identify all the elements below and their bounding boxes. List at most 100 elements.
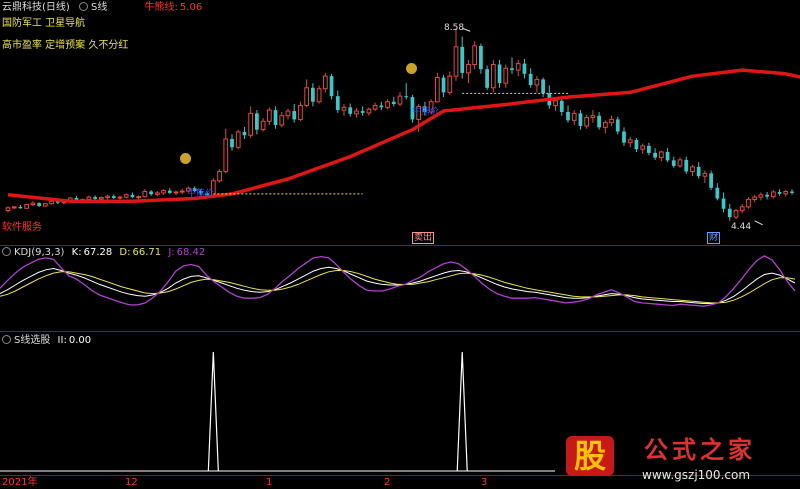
- candle-body: [354, 110, 359, 115]
- candle-body: [49, 200, 54, 205]
- candle-body: [298, 104, 303, 120]
- candle-body: [559, 100, 564, 112]
- candle-body: [11, 206, 17, 209]
- candle-body: [497, 64, 502, 84]
- kdj-title: KDJ(9,3,3): [14, 247, 65, 258]
- candle-body: [466, 64, 471, 74]
- candle-body: [255, 113, 259, 130]
- candle-body: [379, 105, 384, 108]
- candle-body: [460, 46, 465, 73]
- candle-body: [590, 115, 596, 119]
- candle-body: [597, 115, 601, 128]
- candle-body: [242, 131, 247, 136]
- candle-body: [752, 196, 758, 200]
- candle-body: [260, 120, 266, 131]
- watermark-text: 公式之家: [644, 436, 756, 464]
- candle-body: [602, 122, 608, 128]
- candle-body: [584, 117, 590, 127]
- candle-body: [758, 194, 764, 198]
- candle-body: [765, 194, 769, 197]
- watermark-logo-char: 股: [573, 437, 606, 475]
- bull-bear-price-tag-1: 牛熊价: [187, 189, 215, 199]
- candle-body: [609, 118, 614, 124]
- candle-body: [653, 152, 657, 158]
- candle-body: [316, 88, 322, 103]
- candle-body: [721, 198, 726, 209]
- gear-icon[interactable]: [2, 335, 11, 344]
- low-price-label: 4.44: [731, 222, 752, 232]
- candle-body: [503, 67, 509, 84]
- signal-header: S线选股 II: 0.00: [2, 335, 91, 347]
- candle-body: [142, 191, 148, 198]
- candle-body: [167, 190, 172, 193]
- signal-spike: [456, 351, 468, 472]
- candle-body: [37, 203, 41, 206]
- candle-body: [86, 196, 92, 200]
- candlestick-chart[interactable]: [0, 0, 800, 245]
- candle-body: [5, 207, 11, 212]
- candle-body: [42, 203, 48, 207]
- candle-body: [235, 131, 241, 148]
- candle-body: [111, 196, 116, 199]
- candle-body: [273, 110, 278, 125]
- industry-tag: 软件服务: [2, 222, 42, 233]
- candle-body: [746, 198, 751, 208]
- candle-body: [149, 191, 153, 195]
- gear-icon[interactable]: [79, 2, 88, 11]
- candle-body: [123, 194, 129, 198]
- candle-body: [161, 190, 166, 194]
- candle-body: [571, 112, 577, 121]
- candle-body: [136, 196, 142, 199]
- candle-body: [647, 145, 651, 153]
- candle-body: [727, 208, 732, 218]
- candle-body: [335, 96, 340, 111]
- candle-body: [304, 87, 310, 106]
- candle-body: [397, 95, 403, 105]
- candle-body: [154, 192, 160, 195]
- gear-icon[interactable]: [2, 247, 11, 256]
- candle-body: [515, 63, 521, 71]
- candle-body: [640, 145, 646, 150]
- candle-body: [285, 110, 291, 117]
- bull-bear-value: 5.06: [179, 2, 203, 13]
- candle-body: [770, 191, 776, 198]
- kdj-header: KDJ(9,3,3) K: 67.28 D: 66.71 J: 68.42: [2, 247, 205, 259]
- candle-body: [522, 63, 527, 74]
- candle-body: [790, 191, 794, 193]
- kdj-k-label: K:: [71, 247, 82, 258]
- watermark: 股 公式之家 www.gszj100.com: [560, 432, 800, 488]
- kdj-d-value: 66.71: [132, 247, 162, 258]
- xaxis-label: 1: [266, 477, 273, 488]
- concept-tags-2: 高市盈率 定增预案 久不分红: [2, 40, 129, 51]
- money-bag-icon: [406, 63, 417, 74]
- candle-body: [372, 104, 378, 110]
- signal-value: 0.00: [68, 335, 92, 346]
- candle-body: [366, 108, 372, 114]
- candle-body: [665, 151, 670, 161]
- candle-body: [677, 159, 683, 167]
- sell-tag: 卖出: [412, 232, 435, 244]
- candle-body: [179, 190, 185, 193]
- candle-body: [528, 73, 533, 85]
- candle-body: [391, 101, 396, 105]
- candle-body: [24, 204, 30, 209]
- candle-body: [453, 46, 459, 77]
- bull-bear-line: [7, 68, 800, 204]
- candle-body: [777, 191, 782, 194]
- candle-body: [733, 210, 739, 218]
- kdj-j-label: J:: [168, 247, 175, 258]
- candle-body: [696, 166, 701, 177]
- candle-body: [615, 119, 620, 132]
- candle-body: [510, 68, 514, 71]
- candle-body: [98, 197, 104, 200]
- money-bag-icon: [180, 153, 191, 164]
- high-price-label: 8.58: [444, 23, 465, 33]
- concept-tags-1: 国防军工 卫星导航: [2, 18, 86, 29]
- candle-body: [627, 139, 633, 144]
- candle-body: [322, 75, 328, 90]
- candle-body: [684, 159, 689, 172]
- candle-body: [658, 151, 664, 159]
- candle-body: [709, 173, 713, 188]
- candle-body: [690, 166, 695, 173]
- candle-body: [311, 87, 315, 102]
